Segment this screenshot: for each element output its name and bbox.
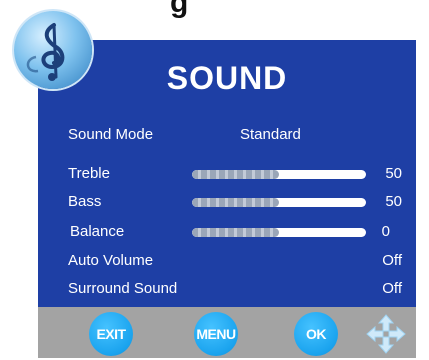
ok-button[interactable]: OK bbox=[294, 312, 338, 356]
menu-item-surround-sound[interactable]: Surround Sound Off bbox=[68, 280, 402, 302]
auto-volume-value: Off bbox=[382, 252, 402, 269]
top-caption: g bbox=[170, 0, 189, 18]
surround-sound-label: Surround Sound bbox=[68, 280, 178, 297]
bass-label: Bass bbox=[68, 193, 102, 210]
exit-button[interactable]: EXIT bbox=[89, 312, 133, 356]
menu-item-auto-volume[interactable]: Auto Volume Off bbox=[68, 252, 402, 274]
arrow-cross-icon[interactable] bbox=[365, 313, 407, 355]
sound-mode-label: Sound Mode bbox=[68, 126, 154, 143]
menu-item-treble[interactable]: Treble 50 bbox=[68, 165, 402, 187]
bass-slider[interactable] bbox=[192, 198, 366, 207]
top-caption-clip: g bbox=[170, 0, 290, 18]
balance-value: 0 bbox=[381, 223, 390, 240]
menu-item-balance[interactable]: Balance 0 bbox=[68, 223, 402, 245]
treble-label: Treble bbox=[68, 165, 110, 182]
bass-value: 50 bbox=[385, 193, 402, 210]
page-title: SOUND bbox=[166, 60, 288, 96]
surround-sound-value: Off bbox=[382, 280, 402, 297]
treble-slider[interactable] bbox=[192, 170, 366, 179]
auto-volume-label: Auto Volume bbox=[68, 252, 154, 269]
balance-slider-fill bbox=[192, 228, 279, 237]
balance-slider[interactable] bbox=[192, 228, 366, 237]
treble-slider-fill bbox=[192, 170, 279, 179]
sound-menu-panel: SOUND Sound Mode Standard Treble 50 Bass… bbox=[38, 40, 416, 307]
menu-item-sound-mode[interactable]: Sound Mode Standard bbox=[68, 126, 402, 148]
button-bar: EXIT MENU OK bbox=[38, 307, 416, 358]
sound-mode-value: Standard bbox=[240, 126, 301, 143]
menu-button[interactable]: MENU bbox=[194, 312, 238, 356]
bass-slider-fill bbox=[192, 198, 279, 207]
balance-label: Balance bbox=[70, 223, 125, 240]
menu-item-bass[interactable]: Bass 50 bbox=[68, 193, 402, 215]
treble-value: 50 bbox=[385, 165, 402, 182]
treble-clef-icon bbox=[14, 11, 92, 89]
